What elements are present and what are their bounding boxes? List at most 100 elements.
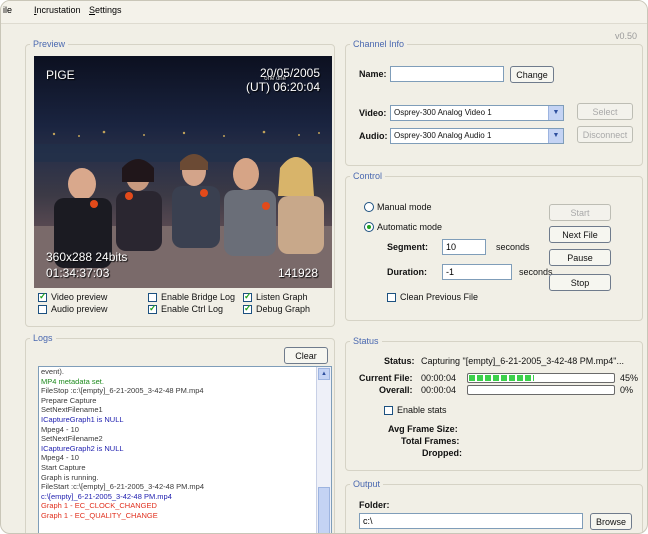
log-line: Start Capture bbox=[41, 462, 86, 472]
segment-label: Segment: bbox=[387, 242, 429, 252]
preview-legend: Preview bbox=[33, 39, 66, 49]
video-label: Video: bbox=[359, 108, 387, 118]
current-file-progress-fill bbox=[469, 375, 534, 381]
enable-bridge-log-checkbox[interactable] bbox=[148, 293, 157, 302]
current-file-percent: 45% bbox=[620, 373, 639, 383]
log-line: SetNextFilename2 bbox=[41, 434, 103, 444]
audio-device-select[interactable]: Osprey-300 Analog Audio 1 ▼ bbox=[390, 128, 564, 144]
browse-button[interactable]: Browse bbox=[590, 513, 632, 530]
video-device-value: Osprey-300 Analog Video 1 bbox=[394, 108, 492, 117]
current-file-label: Current File: bbox=[359, 373, 413, 383]
log-line: SetNextFilename1 bbox=[41, 405, 103, 415]
enable-stats-checkbox[interactable] bbox=[384, 406, 393, 415]
audio-preview-checkbox[interactable] bbox=[38, 305, 47, 314]
debug-graph-checkbox[interactable] bbox=[243, 303, 252, 314]
overlay-format: 360x288 24bits bbox=[46, 250, 128, 264]
automatic-mode-radio[interactable] bbox=[364, 222, 374, 232]
menu-incrustation-label: ncrustation bbox=[36, 5, 81, 15]
log-line: event). bbox=[41, 367, 64, 376]
log-lines: event). MP4 metadata set. FileStop :c:\[em… bbox=[39, 367, 331, 521]
current-file-time: 00:00:04 bbox=[421, 373, 457, 383]
menu-settings-label: ettings bbox=[95, 5, 122, 15]
folder-input[interactable]: c:\ bbox=[359, 513, 583, 529]
log-line: ICaptureGraph1 is NULL bbox=[41, 414, 124, 424]
menu-file[interactable]: ile bbox=[3, 5, 12, 15]
log-line: Prepare Capture bbox=[41, 395, 97, 405]
video-preview-checkbox[interactable] bbox=[38, 291, 47, 302]
duration-input[interactable]: -1 bbox=[442, 264, 512, 280]
log-list[interactable]: event). MP4 metadata set. FileStop :c:\[em… bbox=[38, 366, 332, 533]
status-legend: Status bbox=[353, 336, 379, 346]
dropped-label: Dropped: bbox=[422, 448, 462, 458]
overall-progress bbox=[467, 385, 615, 395]
chevron-down-icon[interactable]: ▼ bbox=[548, 129, 563, 143]
scroll-thumb[interactable] bbox=[318, 487, 330, 533]
name-input[interactable] bbox=[390, 66, 504, 82]
status-value: Capturing "[empty]_6-21-2005_3-42-48 PM.… bbox=[421, 356, 624, 366]
change-button[interactable]: Change bbox=[510, 66, 554, 83]
listen-graph-label: Listen Graph bbox=[256, 292, 308, 302]
segment-unit: seconds bbox=[496, 242, 530, 252]
log-line: FileStart :c:\[empty]_6-21-2005_3-42-48 … bbox=[41, 482, 204, 492]
folder-label: Folder: bbox=[359, 500, 390, 510]
logs-legend: Logs bbox=[33, 333, 53, 343]
enable-bridge-log-label: Enable Bridge Log bbox=[161, 292, 236, 302]
next-file-button[interactable]: Next File bbox=[549, 226, 611, 243]
log-line: ICaptureGraph2 is NULL bbox=[41, 443, 124, 453]
total-frames-label: Total Frames: bbox=[401, 436, 460, 446]
overlay-source: PIGE bbox=[46, 68, 75, 82]
automatic-mode-label: Automatic mode bbox=[377, 222, 443, 232]
overall-label: Overall: bbox=[379, 385, 413, 395]
stop-button[interactable]: Stop bbox=[549, 274, 611, 291]
log-line: FileStop :c:\[empty]_6-21-2005_3-42-48 P… bbox=[41, 386, 204, 396]
chevron-down-icon[interactable]: ▼ bbox=[548, 106, 563, 120]
status-label: Status: bbox=[384, 356, 415, 366]
log-line: Graph is running. bbox=[41, 472, 99, 482]
audio-preview-label: Audio preview bbox=[51, 304, 108, 314]
video-preview: PIGE 20/05/2005 (UT) 06:20:04 one one 36… bbox=[34, 56, 332, 288]
app-window: ile Incrustation Settings v0.50 Preview bbox=[0, 0, 648, 534]
manual-mode-radio[interactable] bbox=[364, 202, 374, 212]
manual-mode-label: Manual mode bbox=[377, 202, 432, 212]
select-button[interactable]: Select bbox=[577, 103, 633, 120]
current-file-progress bbox=[467, 373, 615, 383]
audio-device-value: Osprey-300 Analog Audio 1 bbox=[394, 131, 492, 140]
menu-settings[interactable]: Settings bbox=[89, 5, 122, 15]
segment-input[interactable]: 10 bbox=[442, 239, 486, 255]
log-line: c:\[empty]_6-21-2005_3-42-48 PM.mp4 bbox=[41, 491, 172, 501]
overlay-logo: one one bbox=[264, 76, 286, 82]
clean-previous-file-label: Clean Previous File bbox=[400, 292, 479, 302]
channel-info-legend: Channel Info bbox=[353, 39, 405, 49]
overlay-frame-count: 141928 bbox=[277, 266, 318, 280]
enable-ctrl-log-checkbox[interactable] bbox=[148, 303, 157, 314]
disconnect-button[interactable]: Disconnect bbox=[577, 126, 633, 143]
debug-graph-label: Debug Graph bbox=[256, 304, 311, 314]
overall-time: 00:00:04 bbox=[421, 385, 457, 395]
menu-incrustation[interactable]: Incrustation bbox=[34, 5, 81, 15]
log-line: MP4 metadata set. bbox=[41, 376, 104, 386]
enable-stats-label: Enable stats bbox=[397, 405, 447, 415]
log-line: Graph 1 - EC_QUALITY_CHANGE bbox=[41, 510, 158, 520]
output-legend: Output bbox=[353, 479, 381, 489]
avg-frame-size-label: Avg Frame Size: bbox=[388, 424, 458, 434]
duration-label: Duration: bbox=[387, 267, 427, 277]
audio-label: Audio: bbox=[359, 131, 388, 141]
enable-ctrl-log-label: Enable Ctrl Log bbox=[161, 304, 224, 314]
log-scrollbar[interactable]: ▲ bbox=[316, 367, 331, 533]
overall-percent: 0% bbox=[620, 385, 634, 395]
start-button[interactable]: Start bbox=[549, 204, 611, 221]
clean-previous-file-checkbox[interactable] bbox=[387, 293, 396, 302]
log-line: Mpeg4 - 10 bbox=[41, 424, 79, 434]
log-line: Graph 1 - EC_CLOCK_CHANGED bbox=[41, 501, 157, 511]
name-label: Name: bbox=[359, 69, 387, 79]
overlay-timecode: 01:34:37:03 bbox=[46, 266, 110, 280]
control-legend: Control bbox=[353, 171, 383, 181]
pause-button[interactable]: Pause bbox=[549, 249, 611, 266]
video-device-select[interactable]: Osprey-300 Analog Video 1 ▼ bbox=[390, 105, 564, 121]
listen-graph-checkbox[interactable] bbox=[243, 291, 252, 302]
log-line: Mpeg4 - 10 bbox=[41, 453, 79, 463]
clear-button[interactable]: Clear bbox=[284, 347, 328, 364]
overlay-time: (UT) 06:20:04 bbox=[245, 80, 320, 94]
scroll-up-arrow-icon[interactable]: ▲ bbox=[318, 368, 330, 380]
menu-bar: ile Incrustation Settings bbox=[1, 1, 647, 24]
